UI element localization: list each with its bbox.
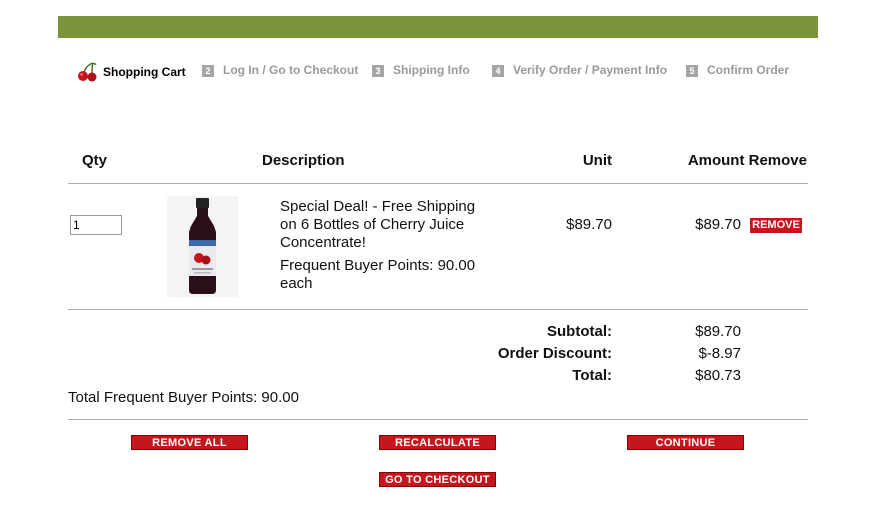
- unit-price: $89.70: [566, 216, 612, 233]
- step-login[interactable]: 2 Log In / Go to Checkout: [202, 62, 358, 77]
- step-verify-order[interactable]: 4 Verify Order / Payment Info: [492, 62, 667, 77]
- remove-item-button[interactable]: REMOVE: [750, 218, 802, 233]
- divider: [68, 183, 808, 184]
- continue-shopping-button[interactable]: CONTINUE SHOPPING: [627, 435, 744, 463]
- product-title[interactable]: Special Deal! - Free Shipping on 6 Bottl…: [280, 198, 480, 252]
- step-number: 2: [202, 65, 214, 77]
- remove-all-button[interactable]: REMOVE ALL: [131, 435, 248, 450]
- discount-label: Order Discount:: [497, 345, 612, 362]
- cherry-icon: [78, 62, 97, 82]
- product-points: Frequent Buyer Points: 90.00 each: [280, 257, 476, 292]
- column-header-description: Description: [262, 152, 345, 169]
- total-value: $80.73: [695, 367, 741, 384]
- step-label: Verify Order / Payment Info: [513, 62, 668, 77]
- step-confirm-order[interactable]: 5 Confirm Order: [686, 62, 789, 77]
- step-label: Confirm Order: [707, 62, 790, 77]
- step-number: 4: [492, 65, 504, 77]
- column-header-qty: Qty: [82, 152, 108, 169]
- recalculate-button[interactable]: RECALCULATE: [379, 435, 496, 450]
- step-number: 5: [686, 65, 698, 77]
- product-description: Special Deal! - Free Shipping on 6 Bottl…: [280, 198, 480, 293]
- column-header-unit: Unit: [582, 152, 612, 169]
- discount-value: $-8.97: [698, 345, 741, 362]
- step-label: Shipping Info: [393, 62, 470, 77]
- line-amount: $89.70: [695, 216, 741, 233]
- quantity-input[interactable]: [70, 215, 122, 235]
- step-label: Shopping Cart: [103, 65, 186, 79]
- subtotal-label: Subtotal:: [547, 323, 612, 340]
- step-shopping-cart[interactable]: Shopping Cart: [76, 62, 186, 82]
- divider: [68, 419, 808, 420]
- total-points: Total Frequent Buyer Points: 90.00: [68, 389, 299, 406]
- step-label: Log In / Go to Checkout: [223, 62, 359, 77]
- total-label: Total:: [572, 367, 612, 384]
- product-image: [167, 196, 238, 297]
- go-to-checkout-button[interactable]: GO TO CHECKOUT: [379, 472, 496, 487]
- column-header-amount-remove: Amount Remove: [687, 152, 807, 169]
- step-number: 3: [372, 65, 384, 77]
- header-bar: [58, 16, 818, 38]
- step-shipping-info[interactable]: 3 Shipping Info: [372, 62, 470, 77]
- divider: [68, 309, 808, 310]
- subtotal-value: $89.70: [695, 323, 741, 340]
